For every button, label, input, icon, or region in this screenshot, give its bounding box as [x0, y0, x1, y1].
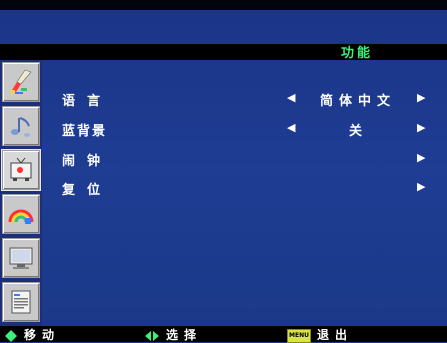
- menu-row-label: 蓝背景: [62, 124, 108, 139]
- top-bar: [0, 0, 447, 10]
- up-down-diamond-icon: [5, 329, 17, 342]
- right-arrow-icon[interactable]: ▶: [417, 121, 425, 134]
- page-title: 功能: [340, 46, 373, 61]
- rainbow-icon: [8, 209, 34, 224]
- blue-background-value: 关: [349, 124, 369, 139]
- left-arrow-icon[interactable]: ◀: [287, 91, 295, 104]
- left-right-arrows-icon: [145, 330, 159, 341]
- header-bar: [0, 44, 447, 60]
- footer-move: 移动: [4, 326, 60, 343]
- right-arrow-icon[interactable]: ▶: [417, 151, 425, 164]
- sidebar-tab-color[interactable]: [2, 194, 40, 234]
- document-icon: [11, 290, 31, 314]
- music-note-icon: [11, 117, 30, 137]
- sidebar-tab-info[interactable]: [2, 282, 40, 322]
- right-arrow-icon[interactable]: ▶: [417, 180, 425, 193]
- menu-row-label: 复位: [62, 183, 113, 198]
- sidebar-tab-brush[interactable]: [2, 62, 40, 102]
- sidebar-tab-tv[interactable]: [1, 149, 41, 191]
- osd-screen: 功能 语言 ◀ 简体中文 ▶ 蓝背景 ◀ 关 ▶ 闹钟 ▶ 复位 ▶ 移动 选择…: [0, 0, 447, 343]
- sidebar-tab-display[interactable]: [2, 238, 40, 278]
- tv-icon: [10, 157, 32, 181]
- language-value: 简体中文: [320, 94, 397, 109]
- sidebar-tab-audio[interactable]: [2, 106, 40, 146]
- footer-bar: 移动 选择 MENU 退出: [0, 326, 447, 343]
- footer-exit-label: 退出: [316, 328, 353, 342]
- footer-exit: MENU 退出: [287, 326, 353, 343]
- sidebar: [0, 60, 42, 326]
- footer-select: 选择: [144, 326, 202, 343]
- menu-row-label: 语言: [62, 94, 113, 109]
- left-arrow-icon[interactable]: ◀: [287, 121, 295, 134]
- footer-select-label: 选择: [166, 328, 203, 342]
- menu-row-label: 闹钟: [62, 154, 113, 169]
- footer-move-label: 移动: [24, 328, 61, 342]
- monitor-icon: [9, 247, 33, 269]
- right-arrow-icon[interactable]: ▶: [417, 91, 425, 104]
- menu-key-icon: MENU: [287, 328, 311, 343]
- brush-icon: [11, 69, 32, 94]
